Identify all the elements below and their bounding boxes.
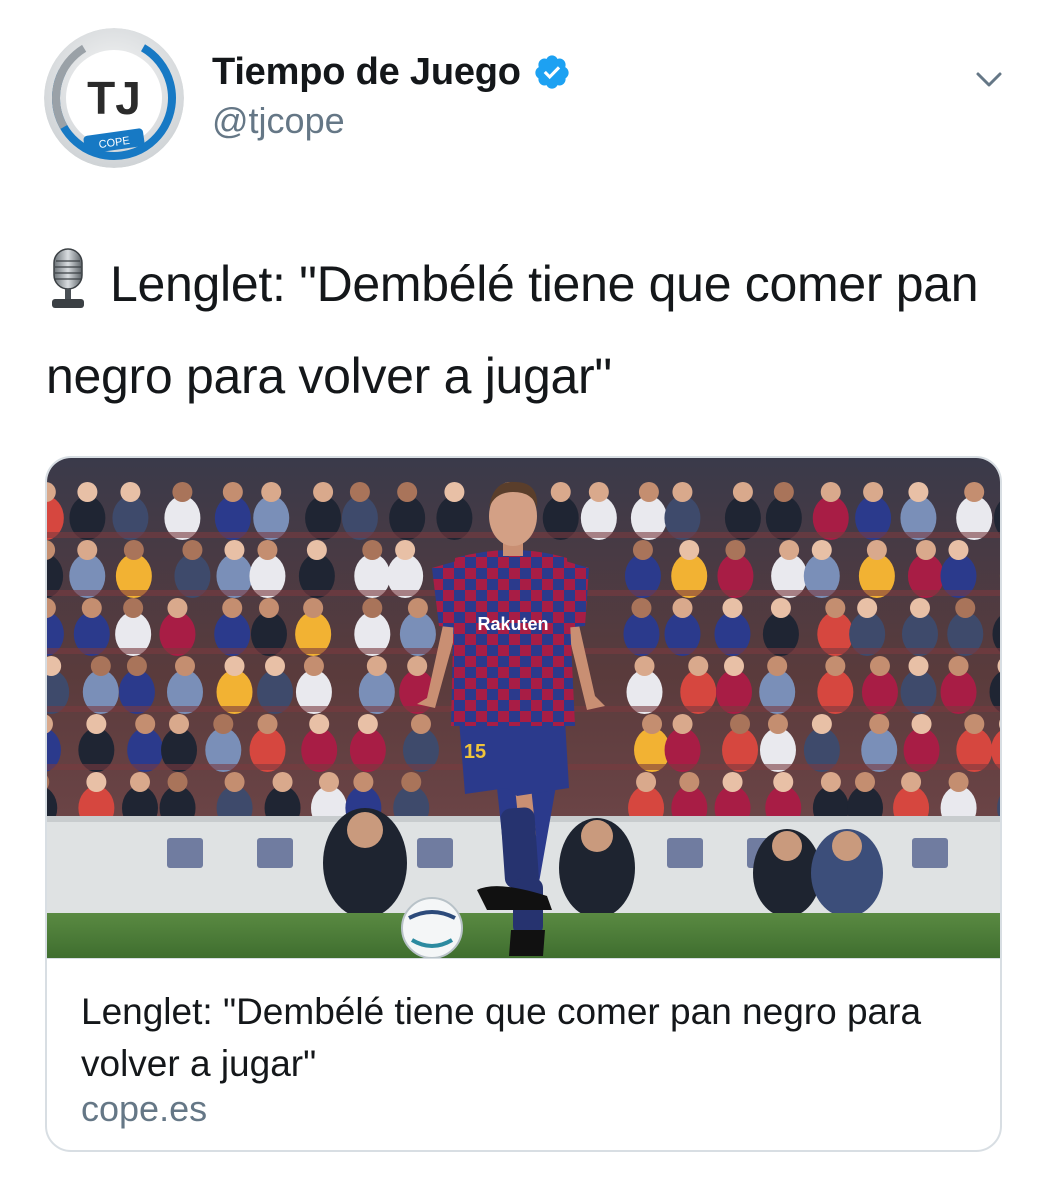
- card-domain[interactable]: cope.es: [81, 1088, 207, 1130]
- jersey-sponsor: Rakuten: [477, 614, 548, 634]
- player-photo: Rakuten 15: [47, 458, 1000, 958]
- name-row: Tiempo de Juego: [212, 48, 571, 96]
- link-card[interactable]: Rakuten 15 Lenglet: "Dembélé tiene que c…: [45, 456, 1002, 1152]
- display-name[interactable]: Tiempo de Juego: [212, 51, 521, 94]
- jersey-number: 15: [464, 741, 486, 763]
- verified-badge-icon: [535, 55, 569, 89]
- more-options-chevron-icon[interactable]: [972, 62, 1006, 96]
- tweet-text-body: Lenglet: "Dembélé tiene que comer pan ne…: [46, 256, 979, 404]
- tweet: TJ COPE Tiempo de Juego @tjcope Lenglet:…: [0, 0, 1047, 1200]
- avatar-letters: TJ: [87, 72, 141, 124]
- card-divider: [47, 958, 1000, 959]
- microphone-icon: [46, 247, 90, 311]
- card-image[interactable]: Rakuten 15: [47, 458, 1000, 958]
- handle[interactable]: @tjcope: [212, 100, 345, 142]
- avatar[interactable]: TJ COPE: [44, 28, 184, 168]
- football: [401, 897, 463, 958]
- tweet-text: Lenglet: "Dembélé tiene que comer pan ne…: [46, 238, 1006, 422]
- card-title[interactable]: Lenglet: "Dembélé tiene que comer pan ne…: [81, 986, 971, 1090]
- avatar-logo: TJ COPE: [44, 28, 184, 168]
